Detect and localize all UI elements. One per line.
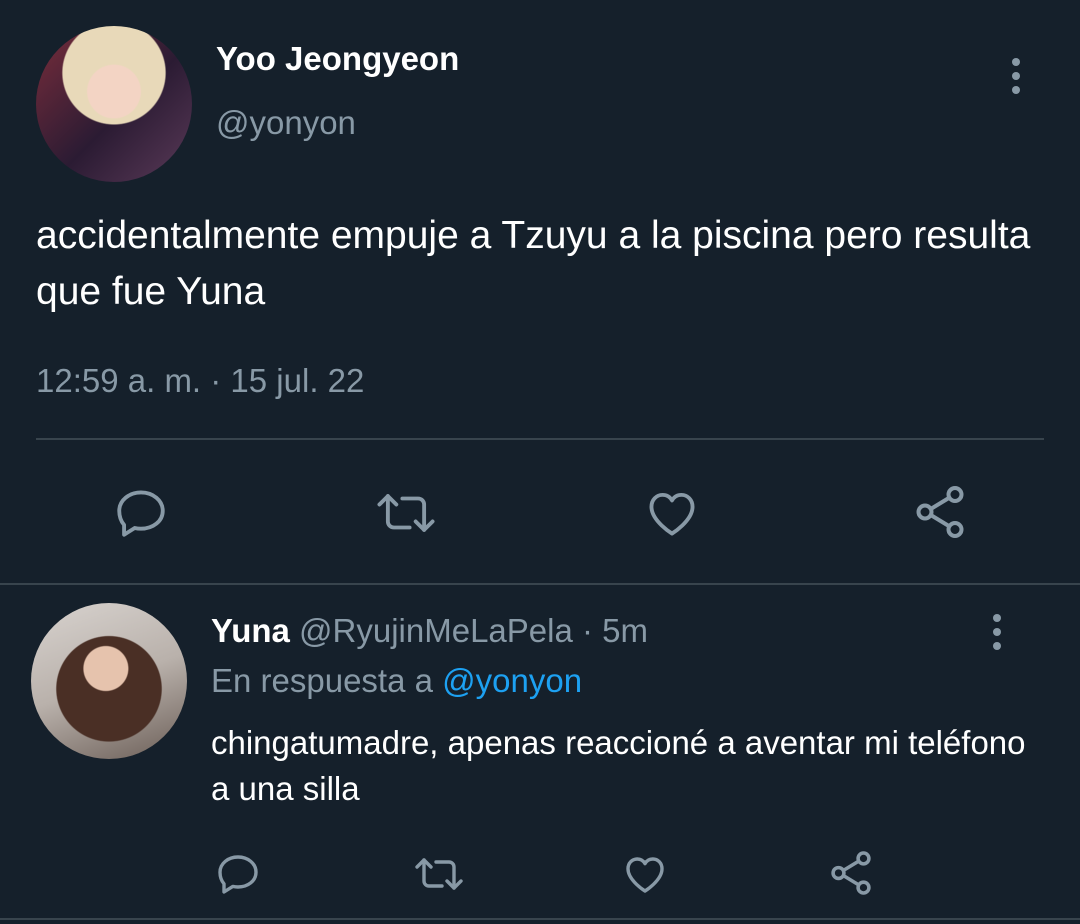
reply-retweet-icon[interactable]: [412, 850, 466, 898]
reply-age[interactable]: 5m: [602, 612, 648, 649]
bottom-divider: [0, 918, 1080, 920]
reply-author-avatar[interactable]: [31, 603, 187, 759]
replying-to: En respuesta a @yonyon: [211, 662, 582, 700]
reply-text: chingatumadre, apenas reaccioné a aventa…: [211, 724, 1026, 807]
author-name[interactable]: Yoo Jeongyeon: [216, 40, 459, 78]
reply-icon[interactable]: [112, 484, 170, 542]
share-icon[interactable]: [910, 482, 970, 542]
replying-prefix: En respuesta a: [211, 662, 433, 699]
reply-separator: ·: [582, 612, 593, 649]
section-divider: [0, 583, 1080, 585]
reply-reply-icon[interactable]: [214, 850, 262, 898]
more-options-icon[interactable]: [1012, 58, 1020, 94]
reply-author-name[interactable]: Yuna: [211, 612, 290, 649]
reply-more-options-icon[interactable]: [993, 614, 1001, 650]
author-handle[interactable]: @yonyon: [216, 104, 356, 142]
reply-author-handle[interactable]: @RyujinMeLaPela: [299, 612, 573, 649]
reply-like-icon[interactable]: [621, 850, 669, 898]
tweet-text: accidentalmente empuje a Tzuyu a la pisc…: [36, 214, 1031, 313]
replying-mention[interactable]: @yonyon: [442, 662, 582, 699]
author-avatar[interactable]: [36, 26, 192, 182]
like-icon[interactable]: [643, 484, 701, 542]
divider: [36, 438, 1044, 440]
reply-header: Yuna @RyujinMeLaPela · 5m: [211, 612, 648, 650]
retweet-icon[interactable]: [374, 484, 438, 542]
reply-share-icon[interactable]: [826, 848, 876, 898]
tweet-timestamp[interactable]: 12:59 a. m. · 15 jul. 22: [36, 362, 364, 400]
